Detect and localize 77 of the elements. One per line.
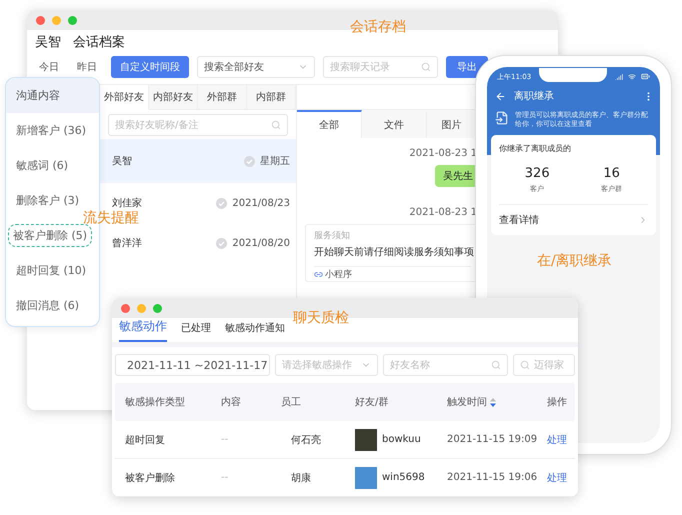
card-text: 开始聊天前请仔细阅读服务须知事项	[314, 246, 471, 259]
window-tab[interactable]: 敏感动作通知	[225, 321, 285, 342]
photo-placeholder	[355, 428, 377, 450]
search-icon	[271, 120, 281, 130]
card-title: 你继承了离职成员的	[499, 143, 572, 154]
contact-time: 2021/08/23	[232, 198, 290, 208]
maximize-dot-icon[interactable]	[68, 16, 77, 24]
contact-tab[interactable]: 外部群	[198, 85, 247, 110]
battery-icon	[641, 72, 650, 81]
contact-row[interactable]: 吴智 星期五	[100, 139, 296, 183]
card-footer: 小程序	[325, 268, 352, 281]
table-cell: --	[221, 434, 228, 445]
minimize-dot-icon[interactable]	[137, 304, 146, 312]
stat-value: 16	[603, 166, 620, 182]
process-link[interactable]: 处理	[547, 432, 575, 446]
date-filter-button[interactable]: 昨日	[73, 56, 101, 78]
table-cell-text: 被客户删除	[125, 472, 175, 484]
table-cell: --	[221, 472, 228, 483]
window-tab[interactable]: 已处理	[181, 321, 211, 342]
process-link[interactable]: 处理	[547, 470, 575, 484]
link-icon	[314, 270, 323, 279]
chat-bubble: 吴先生	[435, 165, 477, 187]
document-arrow-icon	[495, 111, 509, 125]
search-icon	[421, 62, 431, 72]
column-header: 好友/群	[355, 396, 388, 409]
close-dot-icon[interactable]	[36, 16, 45, 24]
feature-caption: 会话存档	[350, 18, 406, 36]
back-arrow-icon[interactable]	[495, 90, 506, 102]
screen-title: 离职继承	[514, 90, 555, 103]
table-cell-text: 何石亮	[290, 434, 321, 446]
table-cell-text: 胡康	[290, 472, 311, 484]
contact-time: 星期五	[260, 154, 290, 168]
contact-tab[interactable]: 内部群	[247, 85, 296, 110]
table-cell: win5698	[382, 472, 425, 483]
stat-value: 326	[524, 166, 550, 182]
friend-select[interactable]: 搜索全部好友	[197, 56, 315, 78]
contact-name: 曾洋洋	[112, 237, 142, 250]
contact-tab[interactable]: 内部好友	[149, 85, 198, 110]
sidebar-item[interactable]: 沟通内容	[6, 78, 99, 113]
wifi-icon	[628, 72, 636, 80]
column-header: 员工	[281, 396, 301, 409]
date-range-field[interactable]: 2021-11-11 ~2021-11-17	[115, 354, 270, 376]
column-header: 敏感操作类型	[125, 396, 185, 409]
column-header: 触发时间	[447, 396, 487, 409]
column-header: 内容	[221, 396, 241, 409]
contact-name: 吴智	[112, 155, 132, 168]
page-heading: 会话档案	[73, 34, 125, 51]
search-icon	[520, 360, 530, 370]
close-dot-icon[interactable]	[121, 304, 130, 312]
chat-tab[interactable]: 全部	[297, 110, 362, 138]
feature-caption: 在/离职继承	[537, 252, 612, 270]
contact-time: 2021/08/20	[232, 238, 290, 248]
check-circle-icon	[244, 156, 255, 166]
table-cell-text: 超时回复	[125, 434, 165, 446]
feature-caption: 聊天质检	[293, 309, 349, 327]
date-filter-button[interactable]: 今日	[35, 56, 63, 78]
contact-name: 刘佳家	[112, 196, 142, 210]
dashed-highlight: 被客户删除 (5)	[8, 224, 92, 247]
table-cell: bowkuu	[382, 434, 421, 445]
check-circle-icon	[216, 198, 228, 208]
user-name: 吴智	[35, 34, 61, 51]
table-cell: 2021-11-15 19:09	[447, 434, 538, 445]
table-cell: 2021-11-15 19:06	[447, 472, 538, 483]
column-header: 操作	[547, 396, 567, 409]
signal-icon	[615, 72, 623, 80]
sort-icon[interactable]	[490, 398, 496, 406]
maximize-dot-icon[interactable]	[153, 304, 162, 312]
minimize-dot-icon[interactable]	[52, 16, 61, 24]
details-link[interactable]: 查看详情	[499, 204, 648, 236]
chat-tab[interactable]: 图片	[427, 110, 477, 138]
search-icon	[491, 360, 501, 370]
check-circle-icon	[216, 238, 228, 248]
date-filter-button[interactable]: 自定义时间段	[111, 56, 189, 78]
photo-placeholder	[355, 466, 377, 488]
phone-notch	[539, 68, 608, 82]
chat-tab[interactable]: 文件	[362, 110, 427, 138]
card-label: 服务须知	[314, 230, 351, 242]
